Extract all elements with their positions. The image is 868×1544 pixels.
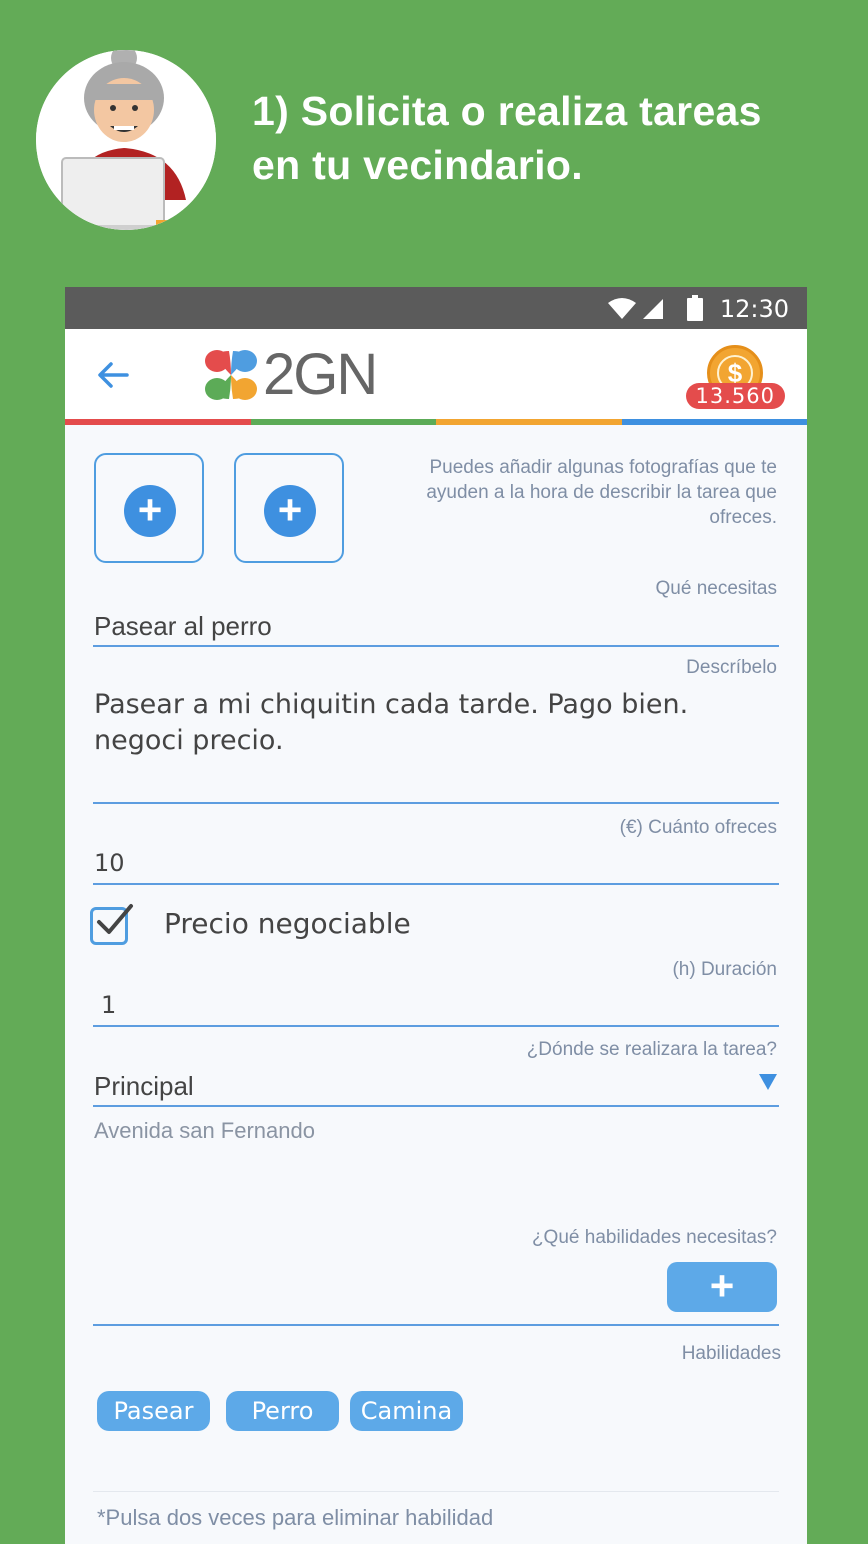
where-label: ¿Dónde se realizara la tarea? — [526, 1039, 777, 1060]
skills-label: Habilidades — [681, 1343, 781, 1364]
promo-title-line-2: en tu vecindario. — [252, 142, 583, 188]
grandma-illustration — [36, 50, 216, 230]
skills-needed-label: ¿Qué habilidades necesitas? — [531, 1227, 777, 1248]
skill-chip[interactable]: Camina — [350, 1391, 463, 1431]
skill-chip[interactable]: Pasear — [97, 1391, 210, 1431]
need-label: Qué necesitas — [655, 578, 777, 599]
describe-textarea[interactable]: Pasear a mi chiquitin cada tarde. Pago b… — [94, 687, 688, 759]
describe-text-line-2: negoci precio. — [94, 725, 284, 756]
describe-text-line-1: Pasear a mi chiquitin cada tarde. Pago b… — [94, 689, 689, 720]
signal-icon — [643, 299, 663, 319]
skills-underline — [93, 1324, 779, 1326]
plus-icon: + — [124, 485, 176, 537]
app-logo-text: 2GN — [263, 342, 378, 407]
check-icon — [97, 904, 133, 934]
negotiable-label: Precio negociable — [164, 907, 411, 940]
duration-label: (h) Duración — [672, 959, 777, 980]
strip-blue — [621, 419, 807, 425]
add-skill-button[interactable]: + — [667, 1262, 777, 1312]
where-underline — [93, 1105, 779, 1107]
plus-icon: + — [264, 485, 316, 537]
duration-underline — [93, 1025, 779, 1027]
status-time: 12:30 — [719, 295, 789, 323]
coin-balance-badge: 13.560 — [685, 383, 785, 409]
promo-title: 1) Solicita o realiza tareas en tu vecin… — [252, 84, 842, 192]
where-select[interactable]: Principal — [94, 1071, 194, 1102]
strip-red — [65, 419, 251, 425]
footer-note: *Pulsa dos veces para eliminar habilidad — [97, 1505, 494, 1530]
promo-title-line-1: 1) Solicita o realiza tareas — [252, 88, 762, 134]
app-logo-icon — [205, 350, 257, 400]
describe-underline — [93, 802, 779, 804]
battery-icon — [687, 295, 703, 321]
back-arrow-icon[interactable] — [95, 357, 131, 393]
wifi-icon — [608, 298, 636, 319]
need-input[interactable]: Pasear al perro — [94, 611, 272, 642]
strip-green — [250, 419, 436, 425]
need-input-underline — [93, 645, 779, 647]
app-bar: 2GN $ 13.560 — [65, 329, 807, 419]
duration-input[interactable]: 1 — [101, 991, 116, 1019]
add-photo-button-1[interactable]: + — [94, 453, 204, 563]
describe-label: Descríbelo — [686, 657, 777, 678]
where-address: Avenida san Fernando — [94, 1118, 315, 1143]
skill-chip[interactable]: Perro — [226, 1391, 339, 1431]
strip-orange — [436, 419, 622, 425]
status-bar: 12:30 — [65, 287, 807, 329]
photos-hint: Puedes añadir algunas fotografías que te… — [426, 457, 777, 528]
offer-underline — [93, 883, 779, 885]
negotiable-checkbox[interactable] — [90, 904, 133, 945]
offer-label: (€) Cuánto ofreces — [619, 817, 777, 838]
grandma-avatar — [36, 50, 216, 230]
add-photo-button-2[interactable]: + — [234, 453, 344, 563]
offer-input[interactable]: 10 — [94, 849, 125, 877]
phone-screen: 12:30 2GN $ 13.560 + + Puedes añadir alg… — [65, 287, 807, 1544]
footer-divider — [93, 1491, 779, 1492]
color-strip — [65, 419, 807, 425]
dropdown-arrow-icon[interactable] — [759, 1074, 777, 1090]
